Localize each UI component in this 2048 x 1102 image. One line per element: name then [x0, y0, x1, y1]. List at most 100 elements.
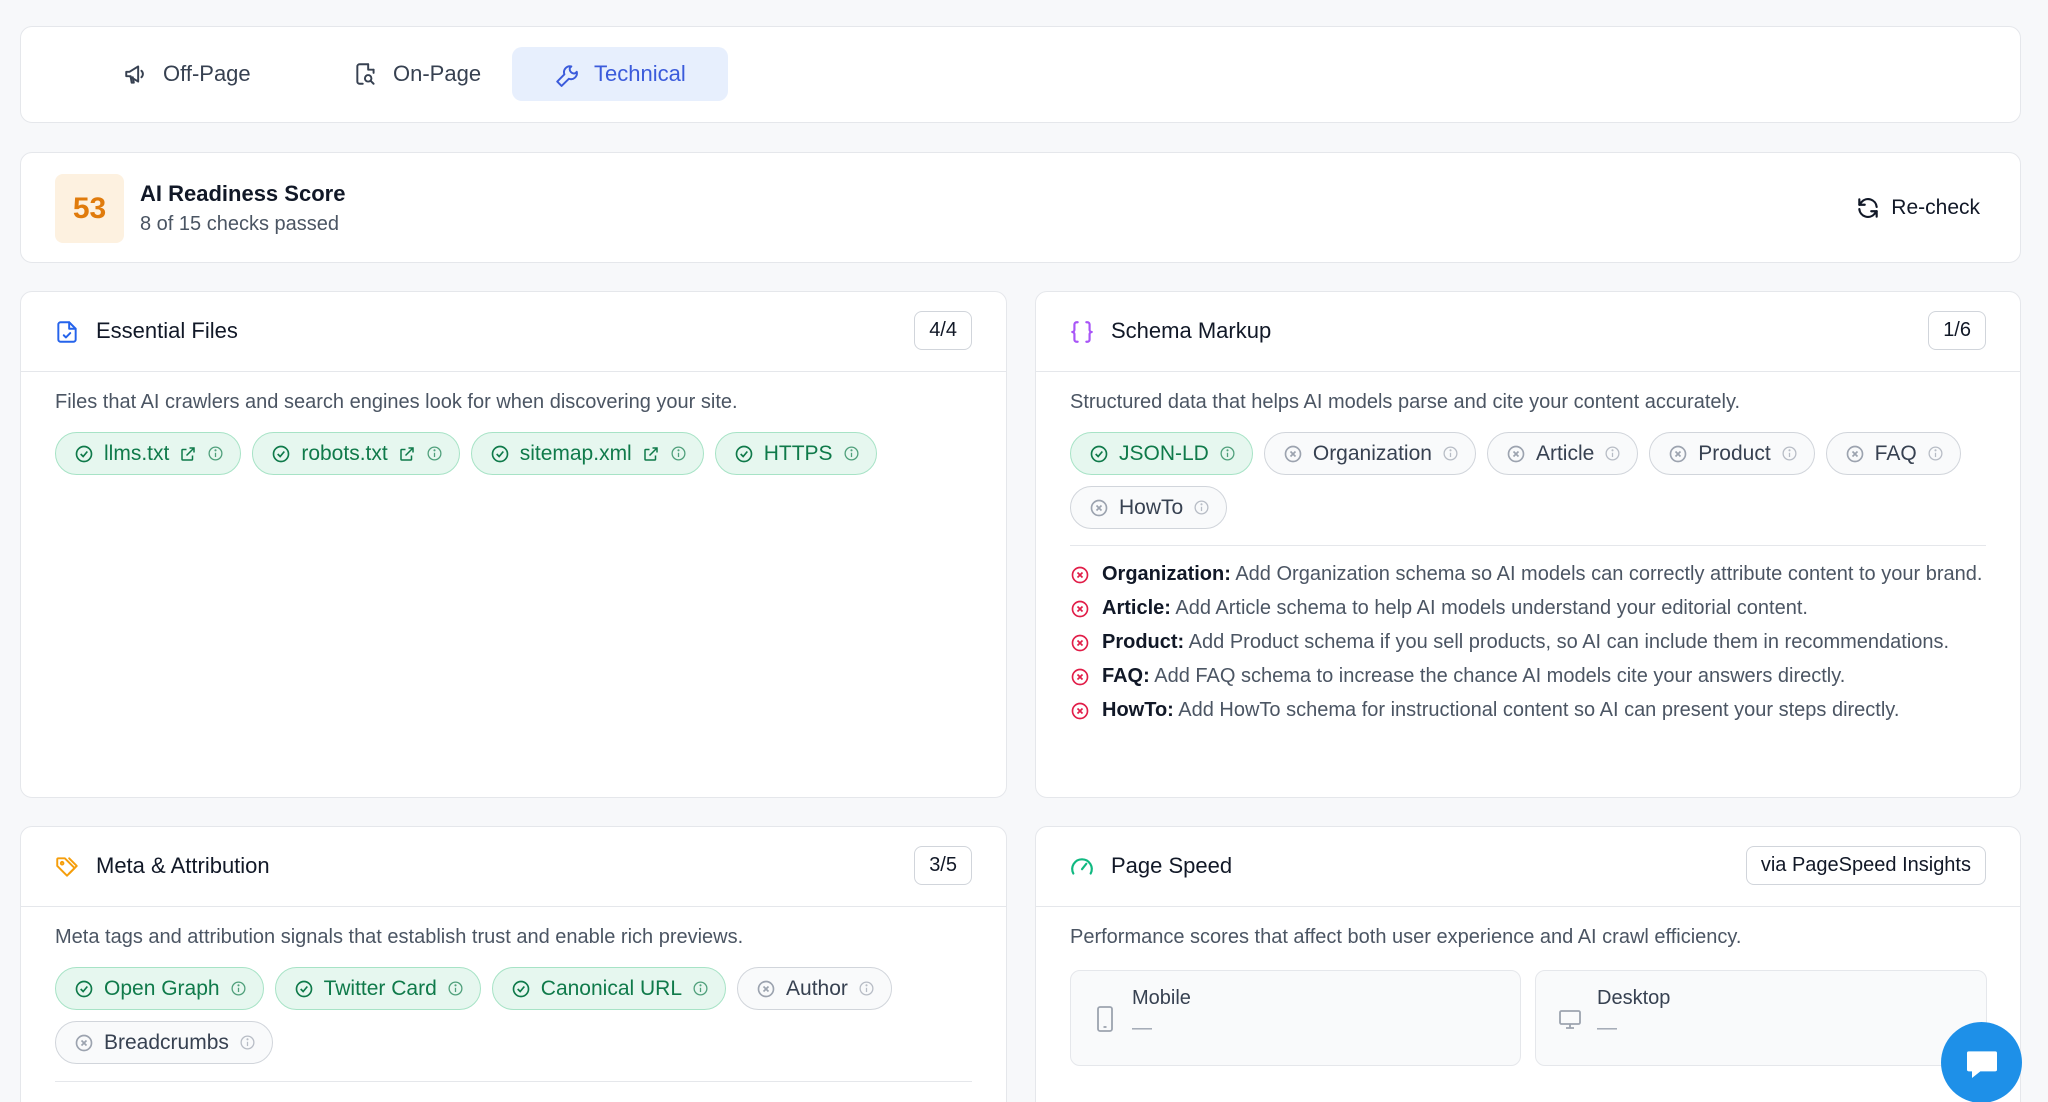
tab-label: On-Page [393, 61, 482, 86]
section-count-badge: 3/5 [914, 846, 972, 885]
info-icon[interactable] [670, 445, 687, 462]
chip-list: llms.txt robots.txt sitemap.xml HTTPS [55, 432, 972, 475]
chip-label: Open Graph [104, 976, 220, 1000]
section-title: Page Speed [1111, 853, 1233, 878]
essential-files-card: Essential Files 4/4 Files that AI crawle… [20, 291, 1007, 798]
chat-bubble-icon [1966, 1050, 1997, 1078]
info-icon[interactable] [230, 980, 247, 997]
metric-label: Desktop [1597, 987, 1671, 1009]
x-circle-icon [1071, 600, 1089, 618]
info-icon[interactable] [1781, 445, 1798, 462]
x-circle-icon [1507, 445, 1525, 462]
info-icon[interactable] [858, 980, 875, 997]
info-icon[interactable] [843, 445, 860, 462]
meta-attribution-card: Meta & Attribution 3/5 Meta tags and att… [20, 826, 1007, 1102]
file-check-icon [57, 321, 77, 343]
chip-article[interactable]: Article [1486, 432, 1639, 475]
chip-author[interactable]: Author [737, 967, 892, 1010]
chip-llms-txt[interactable]: llms.txt [55, 432, 242, 475]
issue-name: FAQ: [1102, 665, 1150, 687]
chip-breadcrumbs[interactable]: Breadcrumbs [55, 1021, 273, 1064]
recheck-button[interactable]: Re-check [1855, 189, 1980, 227]
tab-bar: Off-Page On-Page Technical [20, 26, 2021, 123]
section-header: Page Speed via PageSpeed Insights [1036, 827, 2020, 907]
external-link-icon[interactable] [642, 445, 660, 463]
recheck-label: Re-check [1891, 196, 1980, 219]
chip-label: robots.txt [301, 441, 388, 465]
chip-label: sitemap.xml [519, 441, 632, 465]
file-search-icon [356, 63, 375, 85]
score-value: 53 [55, 174, 124, 243]
schema-markup-card: Schema Markup 1/6 Structured data that h… [1035, 291, 2021, 798]
check-circle-icon [735, 445, 753, 462]
page-speed-card: Page Speed via PageSpeed Insights Perfor… [1035, 826, 2021, 1102]
x-circle-icon [1071, 634, 1089, 652]
info-icon[interactable] [1193, 499, 1210, 516]
info-icon[interactable] [1219, 445, 1236, 462]
mobile-metric: Mobile — [1070, 970, 1521, 1066]
x-circle-icon [1071, 668, 1089, 686]
score-title: AI Readiness Score [140, 181, 346, 206]
tab-off-page[interactable]: Off-Page [81, 47, 293, 101]
score-card: 53 AI Readiness Score 8 of 15 checks pas… [20, 152, 2021, 263]
check-circle-icon [1090, 445, 1108, 462]
issue-name: HowTo: [1102, 699, 1174, 721]
chip-organization[interactable]: Organization [1263, 432, 1476, 475]
issue-name: Product: [1102, 631, 1185, 653]
chip-open-graph[interactable]: Open Graph [55, 967, 264, 1010]
chip-https[interactable]: HTTPS [714, 432, 877, 475]
info-icon[interactable] [447, 980, 464, 997]
chip-product[interactable]: Product [1649, 432, 1815, 475]
check-circle-icon [512, 980, 530, 997]
check-circle-icon [295, 980, 312, 997]
x-circle-icon [1071, 566, 1089, 584]
tab-technical[interactable]: Technical [512, 47, 728, 101]
check-circle-icon [491, 445, 509, 462]
issue-item: Organization: Add Organization schema so… [1070, 561, 1986, 588]
gauge-icon [1071, 858, 1093, 875]
desktop-metric: Desktop — [1535, 970, 1987, 1066]
section-count-badge: 1/6 [1928, 311, 1986, 350]
info-icon[interactable] [1442, 445, 1459, 462]
desktop-icon [1559, 1010, 1581, 1029]
chip-label: Breadcrumbs [104, 1030, 229, 1054]
chip-json-ld[interactable]: JSON-LD [1070, 432, 1253, 475]
external-link-icon[interactable] [179, 445, 197, 463]
section-description: Files that AI crawlers and search engine… [55, 391, 738, 413]
divider [1070, 545, 1986, 546]
issue-item: Product: Add Product schema if you sell … [1070, 629, 1986, 656]
tab-on-page[interactable]: On-Page [311, 47, 523, 101]
info-icon[interactable] [426, 445, 443, 462]
section-title: Meta & Attribution [96, 853, 270, 878]
chip-label: HTTPS [763, 441, 833, 465]
x-circle-icon [1669, 445, 1687, 462]
external-link-icon[interactable] [398, 445, 416, 463]
issue-text: Add Article schema to help AI models und… [1175, 597, 1808, 619]
chip-label: FAQ [1874, 441, 1917, 465]
refresh-icon [1858, 198, 1879, 218]
chip-label: Twitter Card [323, 976, 437, 1000]
info-icon[interactable] [1927, 445, 1944, 462]
pagespeed-badge: via PageSpeed Insights [1745, 846, 1986, 885]
chip-canonical-url[interactable]: Canonical URL [491, 967, 727, 1010]
tab-label: Technical [594, 61, 686, 86]
chip-twitter-card[interactable]: Twitter Card [274, 967, 481, 1010]
chat-widget-button[interactable] [1941, 1022, 2022, 1102]
chip-robots-txt[interactable]: robots.txt [252, 432, 460, 475]
chip-sitemap-xml[interactable]: sitemap.xml [470, 432, 704, 475]
info-icon[interactable] [239, 1034, 256, 1051]
info-icon[interactable] [692, 980, 709, 997]
info-icon[interactable] [1604, 445, 1621, 462]
chip-faq[interactable]: FAQ [1825, 432, 1961, 475]
info-icon[interactable] [207, 445, 224, 462]
chip-howto[interactable]: HowTo [1070, 486, 1228, 529]
mobile-icon [1097, 1006, 1113, 1032]
section-description: Meta tags and attribution signals that e… [55, 926, 744, 948]
section-title: Essential Files [96, 318, 238, 343]
section-header: Schema Markup 1/6 [1036, 292, 2020, 372]
issue-list: Organization: Add Organization schema so… [1070, 561, 1986, 731]
section-description: Structured data that helps AI models par… [1070, 391, 1741, 413]
chip-label: Product [1698, 441, 1771, 465]
metric-label: Mobile [1132, 987, 1191, 1009]
section-header: Essential Files 4/4 [21, 292, 1006, 372]
